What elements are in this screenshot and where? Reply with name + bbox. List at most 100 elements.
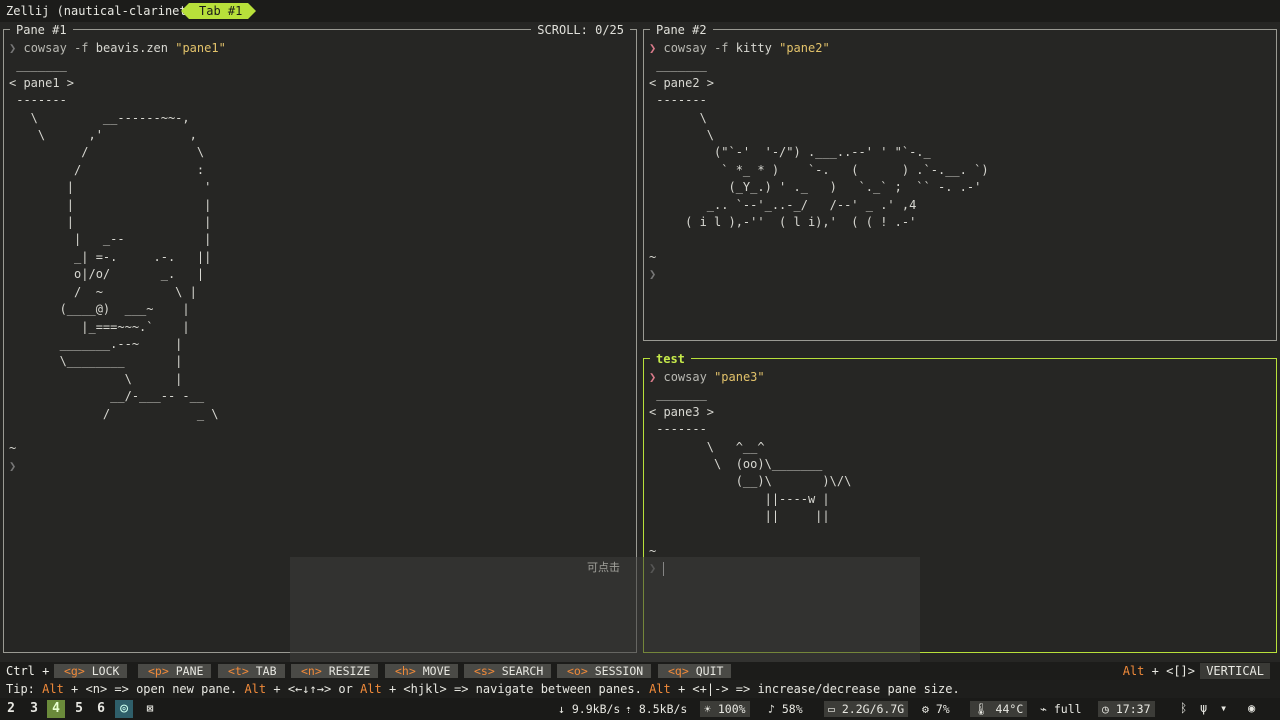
key-hint: <o>	[567, 664, 588, 678]
command: cowsay	[23, 41, 67, 55]
bluetooth-icon[interactable]: ᛒ	[1180, 701, 1187, 715]
command: cowsay	[663, 370, 707, 384]
top-bar: Zellij (nautical-clarinet) Tab #1	[0, 0, 1280, 22]
workspace-2[interactable]: 2	[2, 700, 20, 718]
scroll-indicator: SCROLL: 0/25	[531, 23, 630, 37]
command-string: "pane3"	[714, 370, 765, 384]
command-arg: kitty	[735, 41, 772, 55]
layout-mode[interactable]: VERTICAL	[1200, 663, 1270, 679]
plug-icon: ⌁	[1040, 702, 1047, 716]
key-hint: <s>	[474, 664, 495, 678]
upload-rate: 8.5kB/s	[638, 702, 688, 716]
special-workspace-icon[interactable]: ◎	[115, 700, 133, 718]
pane-2[interactable]: Pane #2 ❯ cowsay -f kitty "pane2" ______…	[643, 23, 1277, 341]
tip-text: Tip: Alt + <n> => open new pane. Alt + <…	[6, 682, 960, 696]
memory-value: 2.2G/6.7G	[841, 702, 905, 716]
tip-part: + <hjkl> => navigate between panes.	[381, 682, 650, 696]
alt-key: Alt	[649, 682, 671, 696]
command-flag: -f	[74, 41, 89, 55]
usb-icon[interactable]: ψ	[1200, 701, 1207, 715]
key-hint: <h>	[395, 664, 416, 678]
command-arg: beavis.zen	[95, 41, 168, 55]
prompt-symbol: ❯	[649, 267, 657, 282]
session-title: Zellij (nautical-clarinet)	[6, 4, 194, 18]
pane-title: Pane #1	[10, 23, 73, 37]
key-pane[interactable]: <p> PANE	[138, 664, 212, 678]
command-string: "pane1"	[175, 41, 226, 55]
cowsay-output: _______ < pane1 > ------- \ __------~~-,…	[9, 58, 219, 456]
key-label: LOCK	[91, 664, 120, 678]
key-hint: <p>	[148, 664, 169, 678]
battery-value: full	[1053, 702, 1082, 716]
brightness[interactable]: ☀ 100%	[700, 701, 750, 717]
key-hint: <n>	[301, 664, 322, 678]
download-icon: ↓	[558, 702, 565, 716]
alt-key: Alt	[42, 682, 64, 696]
prompt-symbol: ❯	[9, 41, 17, 55]
memory: ▭ 2.2G/6.7G	[824, 701, 909, 717]
terminal-output: ❯ cowsay -f beavis.zen "pane1" _______ <…	[9, 40, 226, 475]
wifi-icon[interactable]: ▾	[1220, 701, 1227, 715]
network-down: ↓ 9.9kB/s	[554, 701, 624, 717]
prompt-symbol: ❯	[649, 41, 657, 55]
key-quit[interactable]: <q> QUIT	[658, 664, 732, 678]
command: cowsay	[663, 41, 707, 55]
cpu-value: 7%	[935, 702, 950, 716]
volume-value: 58%	[781, 702, 803, 716]
tip-part: + <n> => open new pane.	[63, 682, 245, 696]
plus-sign: +	[1151, 664, 1159, 678]
temperature: 🌡 44°C	[970, 701, 1028, 717]
clock[interactable]: ◷ 17:37	[1098, 701, 1155, 717]
tip-prefix: Tip:	[6, 682, 35, 696]
pane-title: Pane #2	[650, 23, 713, 37]
workspace-5[interactable]: 5	[70, 700, 88, 718]
prompt-symbol: ❯	[9, 458, 17, 473]
terminal-output: ❯ cowsay -f kitty "pane2" _______ < pane…	[649, 40, 989, 284]
bracket-key: <[]>	[1166, 664, 1195, 678]
alt-key: Alt	[1122, 664, 1145, 678]
download-rate: 9.9kB/s	[571, 702, 621, 716]
network-up: ⇡ 8.5kB/s	[621, 701, 691, 717]
key-hint: <t>	[228, 664, 249, 678]
clock-value: 17:37	[1115, 702, 1151, 716]
key-hint: <q>	[668, 664, 689, 678]
volume-icon: ♪	[768, 702, 775, 716]
tab-1[interactable]: Tab #1	[180, 3, 257, 19]
workspace-3[interactable]: 3	[25, 700, 43, 718]
cowsay-output: _______ < pane2 > ------- \ \ ("`-' '-/"…	[649, 58, 989, 264]
key-search[interactable]: <s> SEARCH	[464, 664, 552, 678]
key-label: MOVE	[422, 664, 451, 678]
keybinding-bar: Ctrl + <g> LOCK <p> PANE <t> TAB <n> RES…	[0, 662, 1280, 680]
terminal-output: ❯ cowsay "pane3" _______ < pane3 > -----…	[649, 369, 851, 578]
thermometer-icon: 🌡	[974, 702, 989, 716]
key-move[interactable]: <h> MOVE	[385, 664, 459, 678]
command-string: "pane2"	[779, 41, 830, 55]
brightness-icon: ☀	[704, 702, 711, 716]
workspace-4[interactable]: 4	[47, 700, 65, 718]
battery: ⌁ full	[1036, 701, 1086, 717]
temperature-value: 44°C	[995, 702, 1024, 716]
key-tab[interactable]: <t> TAB	[218, 664, 285, 678]
key-hint: <g>	[64, 664, 85, 678]
key-label: QUIT	[695, 664, 724, 678]
workspace-6[interactable]: 6	[92, 700, 110, 718]
key-label: SEARCH	[501, 664, 544, 678]
key-session[interactable]: <o> SESSION	[557, 664, 652, 678]
alt-key: Alt	[244, 682, 267, 696]
command-flag: -f	[714, 41, 729, 55]
key-label: RESIZE	[328, 664, 371, 678]
modifier-label: Ctrl +	[6, 664, 50, 678]
cowsay-output: _______ < pane3 > ------- \ ^__^ \ (oo)\…	[649, 387, 852, 559]
key-label: PANE	[175, 664, 204, 678]
notification-icon[interactable]: ◉	[1248, 701, 1255, 715]
volume[interactable]: ♪ 58%	[764, 701, 807, 717]
overlay-label: 可点击	[587, 561, 620, 574]
key-label: SESSION	[594, 664, 644, 678]
app-icon[interactable]: ⊠	[141, 700, 159, 718]
clock-icon: ◷	[1102, 702, 1109, 716]
swap-layout-hint: Alt + <[]>	[1123, 664, 1195, 678]
key-resize[interactable]: <n> RESIZE	[291, 664, 379, 678]
alt-key: Alt	[360, 682, 382, 696]
key-lock[interactable]: <g> LOCK	[54, 664, 128, 678]
tip-bar: Tip: Alt + <n> => open new pane. Alt + <…	[0, 680, 1280, 698]
